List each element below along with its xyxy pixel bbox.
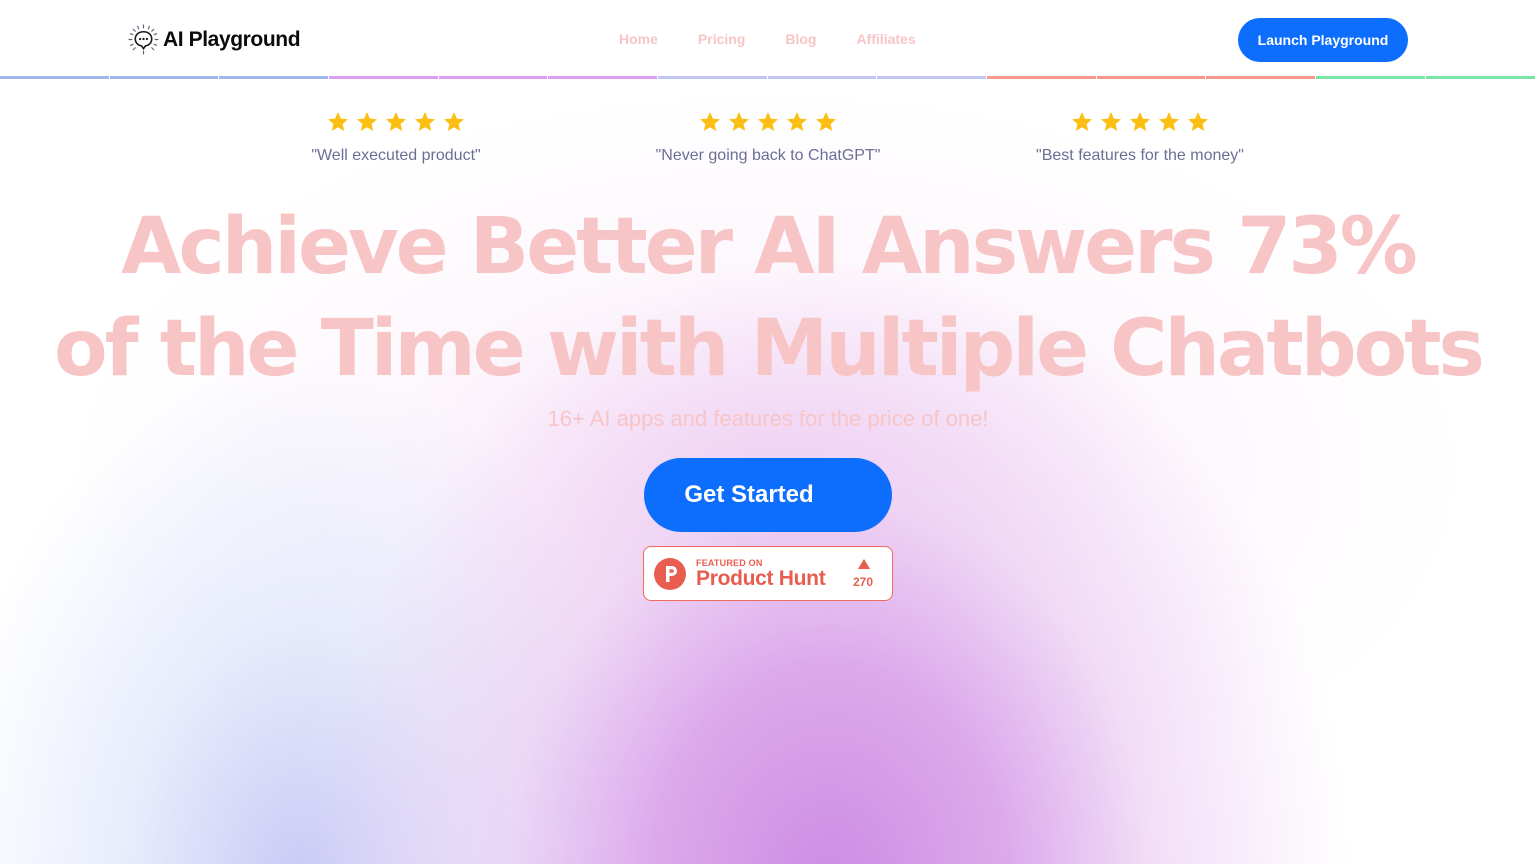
divider-segment <box>0 76 109 79</box>
hero-subtitle: 16+ AI apps and features for the price o… <box>547 406 989 431</box>
star-icon <box>386 112 406 131</box>
star-icon <box>415 112 435 131</box>
header-divider <box>0 76 1536 79</box>
review-quote: "Best features for the money" <box>1036 147 1244 164</box>
divider-segment <box>1425 76 1535 79</box>
star-rating <box>990 110 1290 134</box>
star-icon <box>1101 112 1121 131</box>
nav-home[interactable]: Home <box>619 31 658 47</box>
main-nav: Home Pricing Blog Affiliates <box>619 31 956 47</box>
star-icon <box>787 112 807 131</box>
review-card: "Well executed product" <box>246 110 546 165</box>
star-icon <box>1188 112 1208 131</box>
divider-segment <box>1096 76 1206 79</box>
divider-segment <box>1315 76 1425 79</box>
divider-segment <box>438 76 548 79</box>
star-icon <box>1130 112 1150 131</box>
logo-text: AI Playground <box>163 27 301 51</box>
divider-segment <box>109 76 219 79</box>
upvote-arrow-icon <box>858 559 870 569</box>
product-hunt-badge[interactable]: FEATURED ON Product Hunt 270 <box>643 546 893 601</box>
divider-segment <box>767 76 877 79</box>
divider-segment <box>328 76 438 79</box>
hero-title-line-2: of the Time with Multiple Chatbots <box>54 304 1485 394</box>
review-card: "Never going back to ChatGPT" <box>618 110 918 165</box>
product-hunt-logo-icon <box>654 558 686 590</box>
landing-page: AI Playground Home Pricing Blog Affiliat… <box>0 0 1536 864</box>
star-icon <box>328 112 348 131</box>
product-hunt-name: Product Hunt <box>696 567 826 590</box>
review-quote: "Never going back to ChatGPT" <box>655 147 881 164</box>
divider-segment <box>548 76 657 79</box>
star-icon <box>758 112 778 131</box>
star-icon <box>357 112 377 131</box>
logo-link[interactable]: AI Playground <box>128 24 301 55</box>
chat-bubble-sparkle-icon <box>128 24 159 55</box>
divider-segment <box>219 76 328 79</box>
launch-playground-button[interactable]: Launch Playground <box>1238 18 1408 62</box>
hero-title-line-1: Achieve Better AI Answers 73% <box>121 202 1418 292</box>
get-started-button[interactable]: Get Started <box>644 458 892 532</box>
review-card: "Best features for the money" <box>990 110 1290 165</box>
star-icon <box>729 112 749 131</box>
nav-pricing[interactable]: Pricing <box>698 31 745 47</box>
site-header: AI Playground Home Pricing Blog Affiliat… <box>0 0 1536 76</box>
divider-segment <box>986 76 1096 79</box>
star-icon <box>1072 112 1092 131</box>
star-icon <box>444 112 464 131</box>
divider-segment <box>657 76 767 79</box>
upvote-count: 270 <box>853 575 874 589</box>
nav-affiliates[interactable]: Affiliates <box>856 31 915 47</box>
star-icon <box>816 112 836 131</box>
review-quote: "Well executed product" <box>311 147 481 164</box>
star-icon <box>1159 112 1179 131</box>
divider-segment <box>877 76 986 79</box>
hero-title: Achieve Better AI Answers 73% of the Tim… <box>0 196 1536 400</box>
divider-segment <box>1206 76 1315 79</box>
nav-blog[interactable]: Blog <box>785 31 816 47</box>
star-rating <box>618 110 918 134</box>
star-icon <box>700 112 720 131</box>
star-rating <box>246 110 546 134</box>
